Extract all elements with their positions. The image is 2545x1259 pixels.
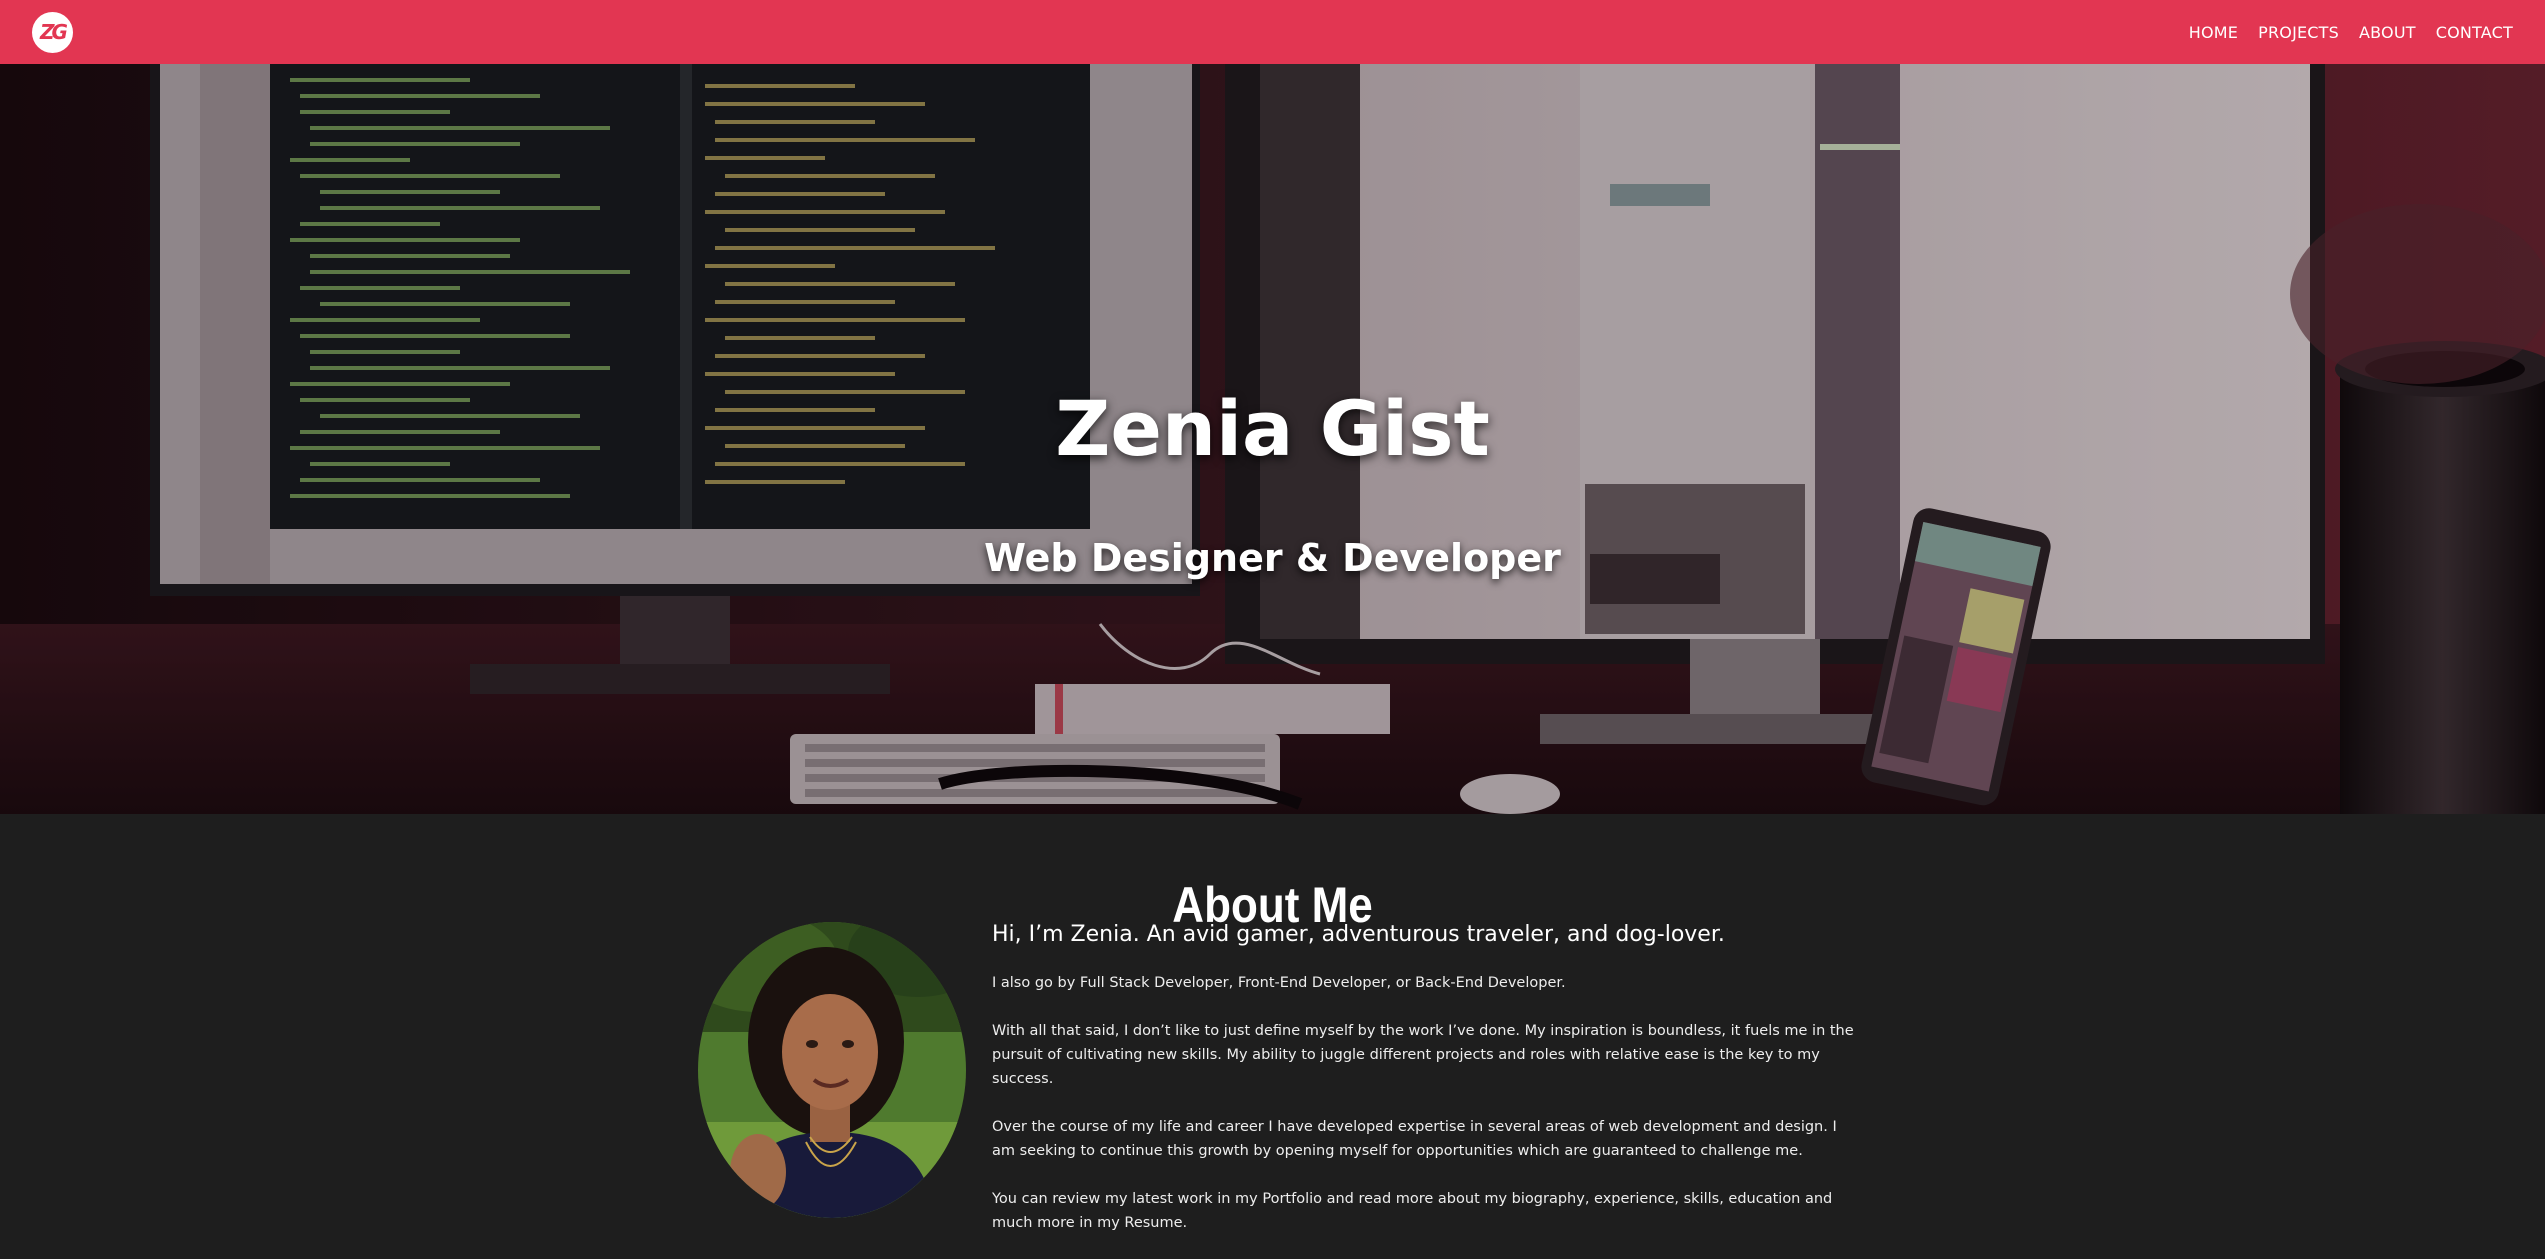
about-section: About Me Hi, I’m Zenia. An avid gamer, a…	[0, 814, 2545, 1245]
logo[interactable]: ZG	[32, 12, 73, 53]
about-paragraph: You can review my latest work in my Port…	[992, 1191, 1833, 1231]
nav-menu: HOME PROJECTS ABOUT CONTACT	[2189, 0, 2513, 64]
nav-home-link[interactable]: HOME	[2189, 23, 2238, 42]
logo-text: ZG	[40, 20, 68, 44]
profile-photo	[698, 922, 966, 1218]
nav-projects-link[interactable]: PROJECTS	[2258, 23, 2339, 42]
hero-section: Zenia Gist Web Designer & Developer	[0, 64, 2545, 814]
about-text-block: Hi, I’m Zenia. An avid gamer, adventurou…	[992, 922, 1862, 1259]
top-navbar: ZG HOME PROJECTS ABOUT CONTACT	[0, 0, 2545, 64]
about-paragraph: I also go by Full Stack Developer, Front…	[992, 975, 1566, 991]
about-lead: Hi, I’m Zenia. An avid gamer, adventurou…	[992, 922, 1725, 947]
hero-title: Zenia Gist	[1055, 384, 1490, 473]
about-paragraph: With all that said, I don’t like to just…	[992, 1023, 1854, 1087]
about-paragraph: Over the course of my life and career I …	[992, 1119, 1837, 1159]
nav-contact-link[interactable]: CONTACT	[2436, 23, 2513, 42]
hero-subtitle: Web Designer & Developer	[984, 536, 1561, 580]
nav-about-link[interactable]: ABOUT	[2359, 23, 2416, 42]
